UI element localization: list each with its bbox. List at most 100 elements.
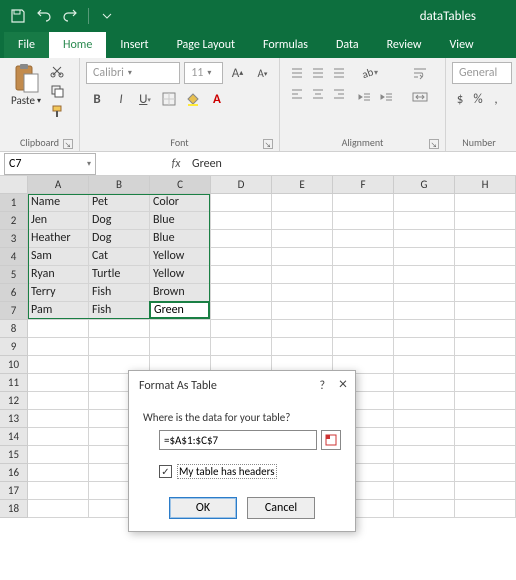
cell[interactable] bbox=[28, 464, 89, 482]
cell[interactable]: Brown bbox=[150, 284, 211, 302]
align-middle-icon[interactable] bbox=[307, 62, 329, 84]
cell[interactable] bbox=[211, 302, 272, 320]
increase-font-icon[interactable]: A▴ bbox=[227, 62, 248, 84]
align-left-icon[interactable] bbox=[286, 83, 308, 105]
cell[interactable] bbox=[394, 248, 455, 266]
cell[interactable] bbox=[455, 446, 516, 464]
cell[interactable] bbox=[455, 356, 516, 374]
cell[interactable] bbox=[28, 482, 89, 500]
cell[interactable] bbox=[455, 284, 516, 302]
row-header[interactable]: 6 bbox=[0, 284, 28, 302]
cell[interactable] bbox=[272, 266, 333, 284]
cell[interactable] bbox=[455, 482, 516, 500]
row-header[interactable]: 16 bbox=[0, 464, 28, 482]
cell[interactable] bbox=[272, 194, 333, 212]
currency-button[interactable]: $ bbox=[452, 88, 468, 110]
cell[interactable] bbox=[272, 302, 333, 320]
cell[interactable] bbox=[150, 320, 211, 338]
clipboard-launcher-icon[interactable]: ↘ bbox=[63, 139, 73, 149]
tab-formulas[interactable]: Formulas bbox=[249, 32, 322, 58]
cell[interactable] bbox=[333, 212, 394, 230]
cell[interactable] bbox=[394, 356, 455, 374]
tab-page-layout[interactable]: Page Layout bbox=[163, 32, 249, 58]
font-color-button[interactable]: A bbox=[206, 88, 228, 110]
cell[interactable]: Terry bbox=[28, 284, 89, 302]
cell[interactable] bbox=[455, 500, 516, 518]
row-header[interactable]: 8 bbox=[0, 320, 28, 338]
cell[interactable] bbox=[455, 230, 516, 248]
cell[interactable] bbox=[272, 230, 333, 248]
italic-button[interactable]: I bbox=[110, 88, 132, 110]
row-header[interactable]: 17 bbox=[0, 482, 28, 500]
cell[interactable] bbox=[28, 410, 89, 428]
cell[interactable] bbox=[28, 446, 89, 464]
tab-insert[interactable]: Insert bbox=[106, 32, 162, 58]
cell[interactable] bbox=[333, 266, 394, 284]
cell[interactable] bbox=[272, 320, 333, 338]
cell[interactable] bbox=[394, 212, 455, 230]
tab-view[interactable]: View bbox=[436, 32, 488, 58]
cell[interactable] bbox=[455, 428, 516, 446]
row-header[interactable]: 14 bbox=[0, 428, 28, 446]
cell[interactable] bbox=[455, 320, 516, 338]
row-header[interactable]: 3 bbox=[0, 230, 28, 248]
row-header[interactable]: 1 bbox=[0, 194, 28, 212]
cell[interactable] bbox=[394, 428, 455, 446]
column-header[interactable]: A bbox=[28, 176, 89, 194]
cell[interactable]: Turtle bbox=[89, 266, 150, 284]
cell[interactable] bbox=[272, 248, 333, 266]
cell[interactable] bbox=[394, 266, 455, 284]
row-header[interactable]: 4 bbox=[0, 248, 28, 266]
decrease-indent-icon[interactable] bbox=[354, 86, 376, 108]
range-picker-icon[interactable] bbox=[321, 430, 341, 450]
cell[interactable] bbox=[455, 302, 516, 320]
cell[interactable] bbox=[455, 266, 516, 284]
bold-button[interactable]: B bbox=[86, 88, 108, 110]
cell[interactable]: Blue bbox=[150, 212, 211, 230]
has-headers-checkbox[interactable]: ✓ bbox=[159, 465, 172, 478]
font-name-combo[interactable]: Calibri▾ bbox=[86, 62, 180, 84]
percent-button[interactable]: % bbox=[470, 88, 486, 110]
font-launcher-icon[interactable]: ↘ bbox=[263, 139, 273, 149]
cell[interactable]: Fish bbox=[89, 284, 150, 302]
column-header[interactable]: B bbox=[89, 176, 150, 194]
cell[interactable] bbox=[211, 266, 272, 284]
tab-data[interactable]: Data bbox=[322, 32, 373, 58]
cell[interactable] bbox=[211, 284, 272, 302]
column-header[interactable]: D bbox=[211, 176, 272, 194]
cell[interactable] bbox=[89, 338, 150, 356]
cell[interactable] bbox=[28, 374, 89, 392]
underline-button[interactable]: U▾ bbox=[134, 88, 156, 110]
cell[interactable]: Jen bbox=[28, 212, 89, 230]
cell[interactable] bbox=[28, 338, 89, 356]
tab-review[interactable]: Review bbox=[373, 32, 436, 58]
cell[interactable] bbox=[394, 302, 455, 320]
cell[interactable]: Name bbox=[28, 194, 89, 212]
cancel-button[interactable]: Cancel bbox=[247, 497, 315, 519]
cell[interactable] bbox=[394, 338, 455, 356]
cell[interactable] bbox=[333, 284, 394, 302]
cell[interactable] bbox=[394, 194, 455, 212]
cell[interactable] bbox=[272, 338, 333, 356]
copy-icon[interactable] bbox=[48, 82, 66, 100]
decrease-font-icon[interactable]: A▾ bbox=[252, 62, 273, 84]
cell[interactable] bbox=[333, 302, 394, 320]
cell[interactable] bbox=[28, 392, 89, 410]
cell[interactable] bbox=[150, 338, 211, 356]
select-all-corner[interactable] bbox=[0, 176, 28, 194]
cell[interactable] bbox=[272, 212, 333, 230]
tab-file[interactable]: File bbox=[4, 32, 49, 58]
cell[interactable]: Dog bbox=[89, 230, 150, 248]
cell[interactable] bbox=[211, 194, 272, 212]
align-bottom-icon[interactable] bbox=[328, 62, 350, 84]
range-input[interactable] bbox=[159, 430, 317, 450]
font-size-combo[interactable]: 11▾ bbox=[184, 62, 223, 84]
tab-home[interactable]: Home bbox=[49, 32, 106, 58]
align-top-icon[interactable] bbox=[286, 62, 308, 84]
cell[interactable] bbox=[272, 284, 333, 302]
orientation-icon[interactable]: ab▾ bbox=[354, 62, 384, 84]
column-header[interactable]: F bbox=[333, 176, 394, 194]
cell[interactable] bbox=[333, 248, 394, 266]
column-header[interactable]: H bbox=[455, 176, 516, 194]
fx-icon[interactable]: fx bbox=[166, 157, 186, 171]
